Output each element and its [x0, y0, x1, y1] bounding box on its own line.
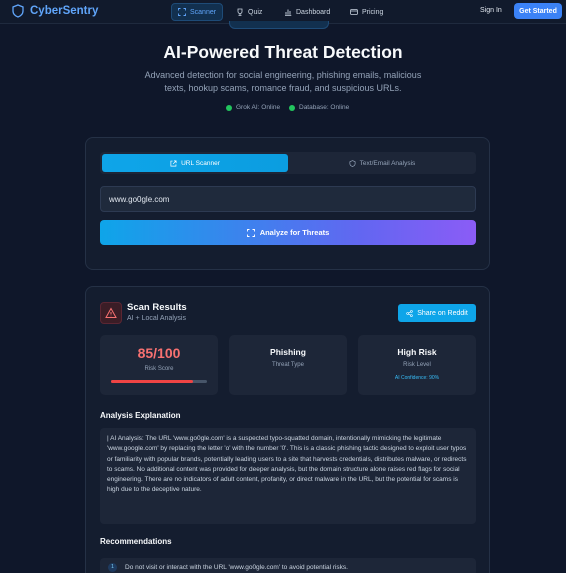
recommendation-number: 1 — [108, 562, 117, 572]
nav-item-label: Pricing — [362, 8, 384, 16]
nav-item-scanner[interactable]: Scanner — [171, 3, 224, 21]
status-dot-icon — [226, 104, 232, 111]
external-link-icon — [170, 160, 177, 166]
scan-icon — [246, 228, 255, 237]
recommendation-item: 1 Do not visit or interact with the URL … — [100, 558, 476, 573]
risk-level-value: High Risk — [397, 347, 437, 357]
explanation-heading: Analysis Explanation — [100, 411, 181, 420]
tab-text-email-analysis[interactable]: Text/Email Analysis — [289, 154, 475, 172]
ai-confidence: AI Confidence: 90% — [394, 375, 440, 381]
nav-item-quiz[interactable]: Quiz — [230, 3, 268, 21]
risk-level-label: Risk Level — [403, 362, 431, 368]
tab-label: Text/Email Analysis — [359, 159, 416, 167]
brand-logo[interactable]: CyberSentry — [12, 4, 98, 18]
warning-badge — [100, 302, 122, 324]
share-reddit-button[interactable]: Share on Reddit — [398, 304, 476, 322]
recommendations-heading: Recommendations — [100, 537, 172, 546]
results-card: Scan Results AI + Local Analysis Share o… — [85, 286, 490, 573]
status-grok: Grok AI: Online — [226, 104, 280, 111]
shield-icon — [349, 159, 356, 167]
tab-url-scanner[interactable]: URL Scanner — [102, 154, 288, 172]
url-input[interactable] — [100, 186, 476, 212]
hero-subtitle: Advanced detection for social engineerin… — [144, 70, 422, 93]
nav-item-pricing[interactable]: Pricing — [344, 3, 389, 21]
risk-score-bar-fill — [111, 380, 193, 383]
scan-icon — [178, 8, 186, 16]
results-title: Scan Results — [127, 302, 187, 313]
sign-in-link[interactable]: Sign In — [480, 7, 502, 14]
recommendation-text: Do not visit or interact with the URL 'w… — [125, 563, 348, 571]
threat-type-card: Phishing Threat Type — [229, 335, 347, 395]
risk-score-card: 85/100 Risk Score — [100, 335, 218, 395]
warning-triangle-icon — [105, 307, 117, 318]
trophy-icon — [237, 8, 243, 16]
risk-level-card: High Risk Risk Level AI Confidence: 90% — [358, 335, 476, 395]
share-label: Share on Reddit — [417, 309, 468, 317]
risk-score-bar — [111, 380, 207, 383]
scroll-peek-badge — [229, 21, 329, 29]
shield-icon — [12, 4, 24, 18]
risk-score-value: 85/100 — [137, 345, 181, 361]
tab-label: URL Scanner — [181, 159, 220, 167]
status-dot-icon — [289, 104, 295, 111]
share-icon — [406, 309, 413, 317]
status-label: Database: Online — [299, 104, 350, 111]
get-started-button[interactable]: Get Started — [514, 3, 562, 19]
brand-name: CyberSentry — [30, 5, 99, 17]
credit-card-icon — [350, 9, 358, 15]
status-database: Database: Online — [289, 104, 349, 111]
scanner-card: URL Scanner Text/Email Analysis Analyze … — [85, 137, 490, 270]
analyze-button[interactable]: Analyze for Threats — [100, 220, 476, 245]
analyze-label: Analyze for Threats — [259, 228, 330, 237]
nav-item-label: Quiz — [248, 8, 263, 16]
nav-item-label: Scanner — [190, 8, 217, 16]
status-label: Grok AI: Online — [236, 104, 281, 111]
risk-score-label: Risk Score — [144, 366, 174, 372]
threat-type-label: Threat Type — [272, 362, 304, 368]
threat-type-value: Phishing — [270, 347, 306, 357]
scanner-tabs: URL Scanner Text/Email Analysis — [100, 152, 476, 174]
results-subtitle: AI + Local Analysis — [127, 315, 186, 322]
bar-chart-icon — [285, 9, 292, 16]
nav-item-label: Dashboard — [296, 8, 331, 16]
nav-item-dashboard[interactable]: Dashboard — [278, 3, 336, 21]
hero-title: AI-Powered Threat Detection — [163, 42, 403, 62]
explanation-text: | AI Analysis: The URL 'www.go0gle.com' … — [100, 428, 476, 524]
